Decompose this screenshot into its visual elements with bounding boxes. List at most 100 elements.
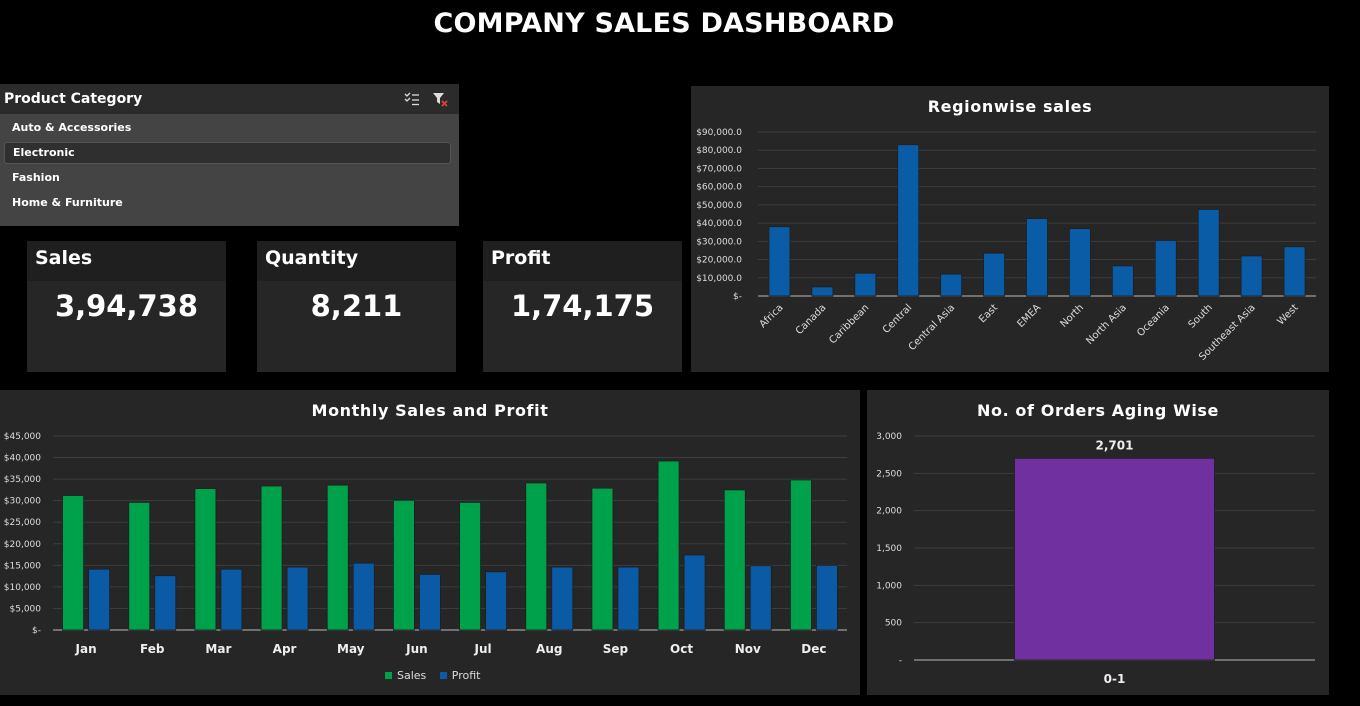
x-tick-label: 0-1 [1104,672,1126,686]
bar-north [1069,228,1091,297]
bar-canada [811,286,834,297]
y-tick-label: $- [733,292,742,302]
slicer-item-fashion[interactable]: Fashion [4,167,451,189]
regionwise-chart-panel: Regionwise sales $- $10,000.0 $20,000.0 $30… [691,86,1329,372]
x-tick-label: Mar [205,642,231,656]
profit-bar-feb [154,575,177,631]
profit-legend-label: Profit [451,669,481,682]
y-tick-label: $25,000 [4,518,41,528]
regionwise-chart: $- $10,000.0 $20,000.0 $30,000.0 $40,000.0 $5… [696,128,1316,363]
profit-bar-sep [617,566,640,631]
sales-bar-jun [393,499,415,631]
x-tick-label: EMEA [1015,302,1043,330]
quantity-kpi-card: Quantity 8,211 [257,241,456,372]
y-tick-label: - [899,656,902,666]
profit-bar-jul [485,571,507,631]
bar-southeast-asia [1240,255,1263,297]
sales-bar-apr [260,485,283,631]
x-tick-label: Caribbean [827,302,871,346]
slicer-item-home-furniture[interactable]: Home & Furniture [4,192,451,214]
slicer-item-auto-accessories[interactable]: Auto & Accessories [4,117,451,139]
x-tick-label: Apr [273,642,297,656]
y-tick-label: $10,000 [4,583,41,593]
monthly-legend: Sales Profit [385,669,480,682]
profit-bar-apr [286,566,309,631]
y-tick-label: $35,000 [4,475,41,485]
slicer-item-electronic[interactable]: Electronic [4,142,451,164]
x-tick-label: Sep [603,642,629,656]
bar-east [983,252,1005,297]
y-tick-label: $90,000.0 [696,128,742,138]
y-tick-label: $20,000.0 [696,256,742,266]
x-tick-label: May [337,642,365,656]
sales-bar-sep [591,487,614,631]
bar-caribbean [854,272,877,297]
profit-bar-aug [551,566,574,631]
sales-kpi-label: Sales [35,247,93,269]
sales-legend-swatch [385,672,392,679]
sales-kpi-header: Sales [27,241,226,281]
sales-bar-aug [525,482,548,631]
profit-bar-nov [749,565,772,631]
x-tick-label: South [1186,302,1214,330]
bar-central-asia [940,273,963,297]
y-tick-label: 2,000 [876,507,902,517]
profit-kpi-label: Profit [491,247,551,269]
profit-bar-jan [88,568,110,631]
quantity-kpi-value: 8,211 [310,289,403,323]
clear-filter-icon[interactable] [431,90,449,108]
y-tick-label: $30,000.0 [696,237,742,247]
bar-north-asia [1111,265,1134,297]
slicer-items: Auto & Accessories Electronic Fashion Ho… [0,114,459,214]
orders-chart: - 500 1,000 1,500 2,000 2,500 3,000 2,701 0-1 [876,432,1315,686]
bar-central [897,144,920,297]
x-tick-label: Canada [794,302,829,337]
y-tick-label: $10,000.0 [696,274,742,284]
y-tick-label: $40,000 [4,454,41,464]
sales-bar-nov [723,489,746,631]
bar-africa [768,226,791,297]
x-tick-label: North [1058,302,1086,330]
profit-bar-mar [220,568,243,631]
bar-emea [1026,218,1048,297]
profit-bar-dec [816,564,838,631]
y-tick-label: $5,000 [10,604,42,614]
x-tick-label: Jul [474,642,492,656]
x-tick-label: Oct [670,642,693,656]
profit-kpi-card: Profit 1,74,175 [483,241,682,372]
bar-0-1 [1014,457,1215,661]
multi-select-icon[interactable] [403,90,421,108]
y-tick-label: $70,000.0 [696,164,742,174]
sales-bar-mar [194,488,217,631]
profit-kpi-value: 1,74,175 [510,289,655,323]
sales-kpi-card: Sales 3,94,738 [27,241,226,372]
slicer-title: Product Category [4,91,143,107]
sales-bar-jan [62,495,84,631]
x-tick-label: Feb [140,642,165,656]
x-tick-label: Jan [75,642,97,656]
quantity-kpi-header: Quantity [257,241,456,281]
product-category-slicer: Product Category Auto & Accessories Elec… [0,84,459,226]
y-tick-label: $45,000 [4,432,41,442]
profit-legend-swatch [439,672,447,679]
x-tick-label: Aug [536,642,562,656]
y-tick-label: $15,000 [4,561,41,571]
y-tick-label: $80,000.0 [696,146,742,156]
y-tick-label: 1,000 [876,581,902,591]
x-tick-label: Africa [758,302,786,330]
y-tick-label: 3,000 [876,432,902,442]
dashboard-title: COMPANY SALES DASHBOARD [433,8,895,39]
bar-south [1197,209,1220,297]
y-tick-label: 1,500 [876,544,902,554]
sales-kpi-value: 3,94,738 [54,289,199,323]
y-tick-label: $60,000.0 [696,183,742,193]
profit-bar-oct [683,554,706,631]
profit-kpi-header: Profit [483,241,682,281]
x-tick-label: Oceania [1135,302,1172,339]
y-tick-label: $40,000.0 [696,219,742,229]
sales-bar-oct [657,460,680,631]
x-tick-label: Dec [801,642,826,656]
y-tick-label: 500 [885,619,902,629]
x-tick-label: North Asia [1084,302,1129,347]
sales-bar-jul [459,501,481,631]
